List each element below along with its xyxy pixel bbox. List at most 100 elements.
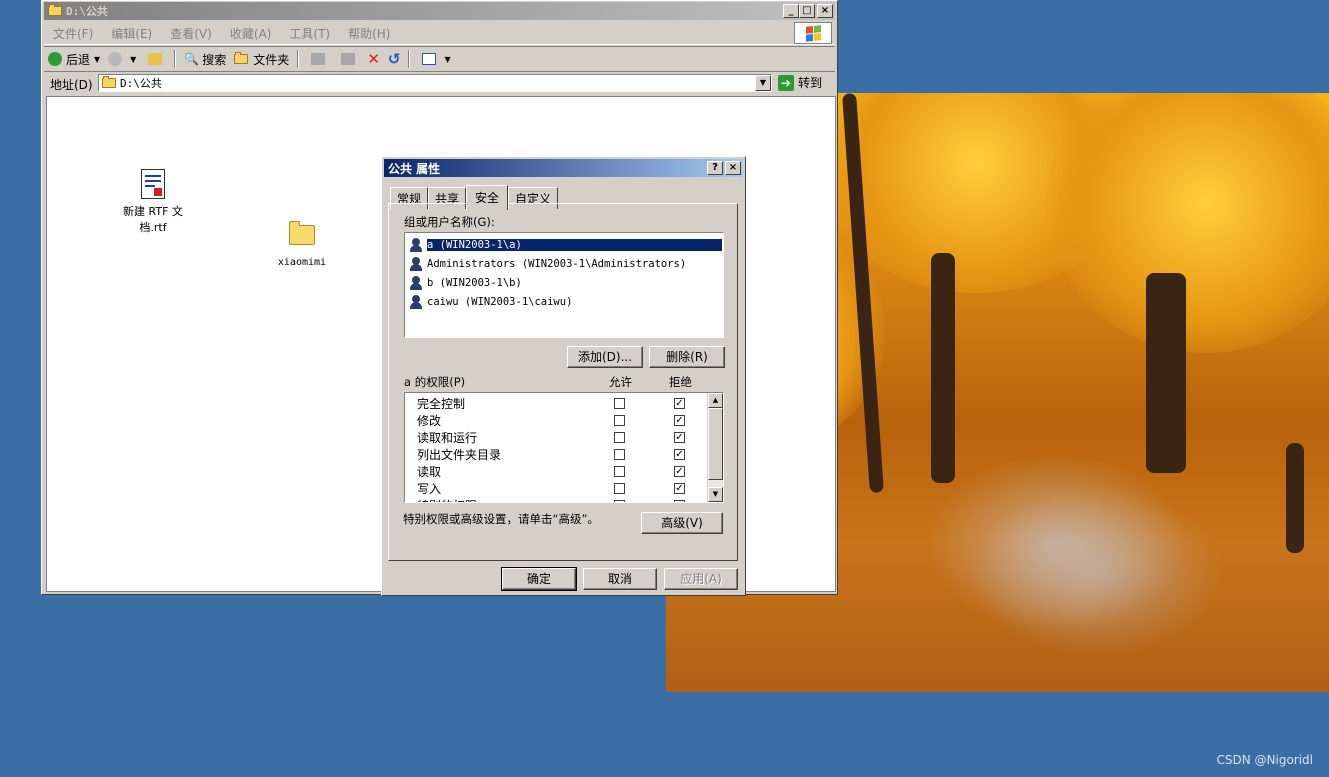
allow-checkbox[interactable]: [614, 483, 625, 494]
properties-dialog: 公共 属性 ? × 常规 共享 安全 自定义 组或用户名称(G): a (WIN…: [381, 156, 746, 596]
chevron-down-icon[interactable]: ▼: [94, 55, 100, 64]
permissions-label: a 的权限(P): [404, 375, 466, 389]
explorer-titlebar[interactable]: D:\公共 _ □ ×: [44, 2, 835, 20]
cancel-button[interactable]: 取消: [583, 568, 657, 590]
copy-to-icon: [341, 53, 356, 65]
allow-checkbox[interactable]: [614, 415, 625, 426]
menu-help[interactable]: 帮助(H): [339, 25, 399, 42]
deny-checkbox[interactable]: ✓: [674, 432, 685, 443]
list-item[interactable]: caiwu (WIN2003-1\caiwu): [405, 292, 723, 311]
permission-row: 写入 ✓: [405, 480, 723, 497]
file-name-line2: 档.rtf: [139, 221, 167, 234]
menu-edit[interactable]: 编辑(E): [102, 25, 161, 42]
menu-tools[interactable]: 工具(T): [280, 25, 339, 42]
address-input[interactable]: D:\公共 ▼: [98, 74, 772, 92]
back-button[interactable]: 后退 ▼: [44, 51, 104, 68]
user-name: b (WIN2003-1\b): [427, 276, 522, 289]
deny-checkbox[interactable]: [674, 500, 685, 502]
dialog-titlebar[interactable]: 公共 属性 ? ×: [384, 159, 743, 177]
list-item[interactable]: a (WIN2003-1\a): [405, 235, 723, 254]
menu-file[interactable]: 文件(F): [44, 25, 102, 42]
ok-button[interactable]: 确定: [501, 567, 577, 591]
advanced-button[interactable]: 高级(V): [641, 512, 723, 534]
scroll-up-icon[interactable]: ▲: [708, 393, 723, 408]
deny-checkbox[interactable]: ✓: [674, 415, 685, 426]
users-label: 组或用户名称(G):: [404, 215, 495, 229]
watermark-text: CSDN @Nigoridl: [1216, 753, 1313, 767]
search-label: 搜索: [202, 52, 227, 67]
forward-button[interactable]: ▼: [104, 52, 140, 66]
toolbar-separator: [408, 50, 411, 68]
folder-item[interactable]: xiaomimi: [269, 221, 335, 268]
permission-name: 修改: [417, 414, 442, 428]
permissions-scrollbar[interactable]: ▲ ▼: [707, 393, 723, 502]
allow-checkbox[interactable]: [614, 500, 625, 502]
standard-toolbar: 后退 ▼ ▼ 🔍 搜索 文件夹 ✕ ↺ ▼: [44, 46, 835, 72]
undo-button[interactable]: ↺: [384, 50, 405, 68]
deny-checkbox[interactable]: ✓: [674, 466, 685, 477]
views-button[interactable]: ▼: [414, 53, 454, 65]
move-to-icon: [311, 53, 326, 65]
user-name: a (WIN2003-1\a): [427, 238, 722, 251]
permission-row: 特别的权限: [405, 497, 723, 502]
address-bar: 地址(D) D:\公共 ▼ ➔ 转到: [44, 71, 835, 96]
permissions-list[interactable]: 完全控制 ✓ 修改 ✓ 读取和运行 ✓ 列出文件夹目录 ✓ 读取 ✓ 写入 ✓ 特别的权限 ▲ ▼: [404, 392, 724, 503]
minimize-button[interactable]: _: [783, 4, 799, 18]
deny-checkbox[interactable]: ✓: [674, 483, 685, 494]
rtf-document-icon: [141, 169, 165, 199]
dialog-title: 公共 属性: [388, 161, 441, 176]
scroll-down-icon[interactable]: ▼: [708, 487, 723, 502]
allow-checkbox[interactable]: [614, 398, 625, 409]
address-dropdown-icon[interactable]: ▼: [755, 75, 771, 91]
address-value: D:\公共: [120, 77, 162, 90]
toolbar-separator: [297, 50, 300, 68]
chevron-down-icon[interactable]: ▼: [130, 55, 136, 64]
menu-view[interactable]: 查看(V): [161, 25, 221, 42]
user-name: caiwu (WIN2003-1\caiwu): [427, 295, 573, 308]
user-name: Administrators (WIN2003-1\Administrators…: [427, 257, 687, 270]
go-label: 转到: [798, 76, 823, 90]
delete-button[interactable]: ✕: [363, 50, 384, 68]
search-button[interactable]: 🔍 搜索: [180, 51, 230, 68]
menu-favorites[interactable]: 收藏(A): [221, 25, 281, 42]
explorer-title: D:\公共: [66, 5, 108, 18]
allow-header: 允许: [609, 375, 632, 389]
list-item[interactable]: b (WIN2003-1\b): [405, 273, 723, 292]
users-list[interactable]: a (WIN2003-1\a) Administrators (WIN2003-…: [404, 232, 724, 338]
list-item[interactable]: Administrators (WIN2003-1\Administrators…: [405, 254, 723, 273]
user-icon: [409, 237, 423, 252]
remove-button[interactable]: 删除(R): [649, 346, 725, 368]
close-button[interactable]: ×: [817, 4, 833, 18]
deny-header: 拒绝: [669, 375, 692, 389]
deny-checkbox[interactable]: ✓: [674, 449, 685, 460]
deny-checkbox[interactable]: ✓: [674, 398, 685, 409]
add-button[interactable]: 添加(D)...: [567, 346, 643, 368]
up-folder-button[interactable]: [140, 53, 170, 65]
move-to-button[interactable]: [303, 53, 333, 65]
allow-checkbox[interactable]: [614, 449, 625, 460]
back-label: 后退: [66, 52, 91, 67]
file-name-line1: 新建 RTF 文: [123, 205, 183, 218]
security-panel: 组或用户名称(G): a (WIN2003-1\a) Administrator…: [388, 203, 738, 561]
folder-icon: [234, 52, 249, 64]
allow-checkbox[interactable]: [614, 432, 625, 443]
help-button[interactable]: ?: [707, 161, 723, 175]
windows-logo-icon: [794, 22, 832, 44]
folder-icon: [289, 221, 315, 245]
folders-button[interactable]: 文件夹: [230, 51, 293, 68]
scroll-thumb[interactable]: [708, 408, 723, 480]
copy-to-button[interactable]: [333, 53, 363, 65]
go-arrow-icon: ➔: [778, 74, 794, 91]
dialog-close-button[interactable]: ×: [725, 161, 741, 175]
go-button[interactable]: ➔ 转到: [778, 74, 822, 91]
chevron-down-icon[interactable]: ▼: [444, 55, 450, 64]
permission-row: 读取和运行 ✓: [405, 429, 723, 446]
apply-button[interactable]: 应用(A): [664, 568, 738, 590]
user-icon: [409, 275, 423, 290]
maximize-button[interactable]: □: [799, 4, 815, 18]
allow-checkbox[interactable]: [614, 466, 625, 477]
tab-security[interactable]: 安全: [466, 185, 509, 210]
file-item[interactable]: 新建 RTF 文 档.rtf: [115, 169, 191, 235]
folder-icon: [102, 76, 116, 88]
up-folder-icon: [148, 53, 163, 65]
